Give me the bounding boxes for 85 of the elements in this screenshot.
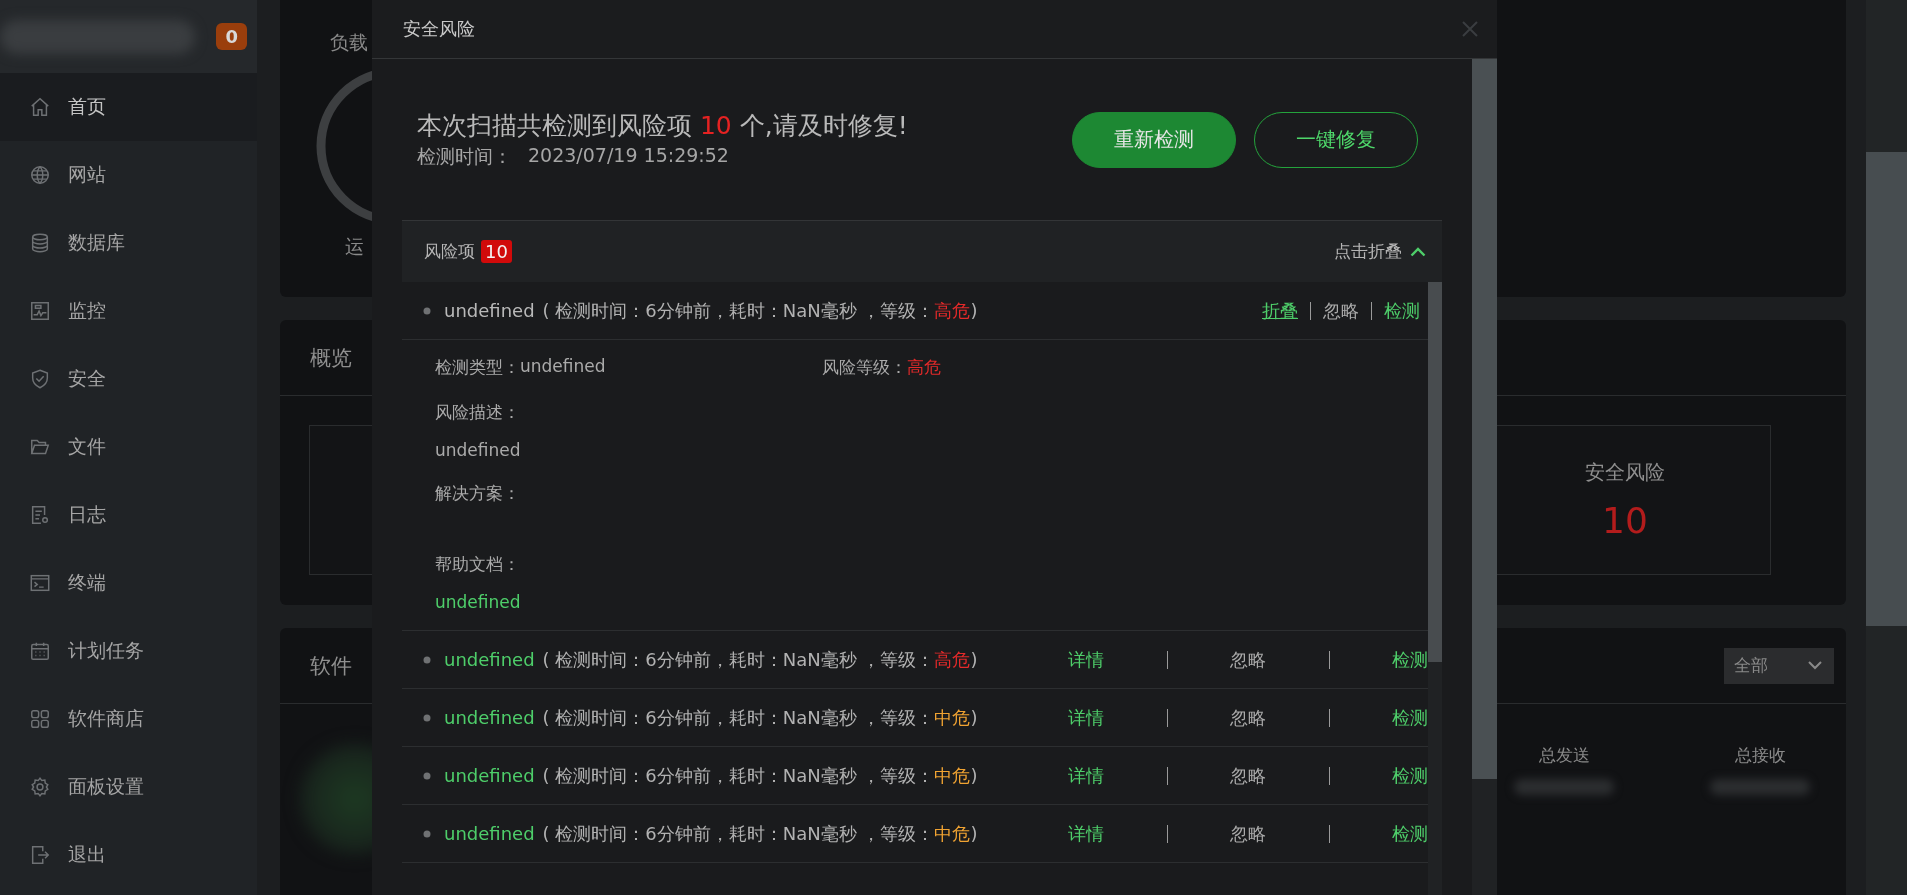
field-label: 解决方案： — [435, 482, 520, 505]
card-title: 负载 — [330, 30, 368, 55]
scan-time: 2023/07/19 15:29:52 — [528, 144, 729, 168]
log-icon — [29, 504, 51, 526]
action-link[interactable]: 详情 — [1068, 705, 1104, 730]
summary-text: 本次扫描共检测到风险项 10 个,请及时修复! — [417, 110, 908, 142]
action-link[interactable]: 检测 — [1392, 821, 1428, 846]
calendar-icon — [29, 640, 51, 662]
risk-name[interactable]: undefined — [444, 707, 535, 728]
monitor-icon — [29, 300, 51, 322]
field-label: 风险等级： — [822, 356, 907, 379]
sidebar-item[interactable]: 首页 — [0, 73, 257, 141]
risk-meta: ( 检测时间：6分钟前，耗时：NaN毫秒 ，等级：中危) — [542, 821, 978, 846]
scan-time-label: 检测时间： — [417, 144, 512, 169]
chevron-up-icon[interactable] — [1410, 246, 1426, 257]
traffic-label: 总接收 — [1734, 744, 1786, 767]
globe-icon — [29, 164, 51, 186]
action-link[interactable]: 检测 — [1392, 705, 1428, 730]
sidebar-item[interactable]: 监控 — [0, 277, 257, 345]
card-title: 软件 — [310, 652, 352, 680]
sidebar-item[interactable]: 计划任务 — [0, 617, 257, 685]
stat-label: 安全风险 — [1585, 459, 1665, 486]
database-icon — [29, 232, 51, 254]
scrollbar[interactable] — [1866, 0, 1907, 895]
filter-select[interactable]: 全部 — [1724, 647, 1834, 684]
chevron-down-icon — [1808, 661, 1822, 670]
sidebar-item[interactable]: 网站 — [0, 141, 257, 209]
home-icon — [29, 96, 51, 118]
count-badge: 10 — [481, 240, 512, 263]
sidebar-item[interactable]: 面板设置 — [0, 753, 257, 821]
risk-name[interactable]: undefined — [444, 765, 535, 786]
sidebar-item[interactable]: 数据库 — [0, 209, 257, 277]
action-link[interactable]: 折叠 — [1262, 298, 1298, 323]
sidebar-item[interactable]: 终端 — [0, 549, 257, 617]
sidebar-item[interactable]: 软件商店 — [0, 685, 257, 753]
field-value: undefined — [435, 440, 521, 460]
shield-icon — [29, 368, 51, 390]
bullet-icon — [423, 306, 431, 315]
bullet-icon — [423, 829, 431, 838]
bullet-icon — [423, 713, 431, 722]
field-value: 高危 — [907, 356, 941, 379]
risk-meta: ( 检测时间：6分钟前，耗时：NaN毫秒 ，等级：中危) — [542, 705, 978, 730]
scrollbar[interactable] — [1428, 282, 1442, 895]
gauge-caption: 运 — [345, 234, 364, 259]
action-link[interactable]: 详情 — [1068, 821, 1104, 846]
field-label: 风险描述： — [435, 401, 520, 424]
bullet-icon — [423, 771, 431, 780]
card-title: 概览 — [310, 344, 352, 372]
help-link[interactable]: undefined — [435, 592, 521, 612]
traffic-label: 总发送 — [1538, 744, 1590, 767]
terminal-icon — [29, 572, 51, 594]
risk-name[interactable]: undefined — [444, 823, 535, 844]
sidebar-item[interactable]: 安全 — [0, 345, 257, 413]
action-link[interactable]: 检测 — [1392, 763, 1428, 788]
gear-icon — [29, 776, 51, 798]
collapse-link[interactable]: 点击折叠 — [1334, 240, 1402, 263]
exit-icon — [29, 844, 51, 866]
dialog-title: 安全风险 — [403, 17, 475, 41]
notification-badge[interactable]: 0 — [216, 23, 247, 50]
field-label: 检测类型： — [435, 356, 520, 379]
scrollbar[interactable] — [1472, 59, 1497, 895]
action-link[interactable]: 忽略 — [1230, 763, 1266, 788]
close-icon[interactable] — [1461, 20, 1479, 38]
action-link[interactable]: 忽略 — [1230, 705, 1266, 730]
action-link[interactable]: 检测 — [1384, 298, 1420, 323]
list-title: 风险项 — [424, 240, 475, 263]
field-value: undefined — [520, 356, 606, 378]
action-link[interactable]: 忽略 — [1230, 647, 1266, 672]
risk-meta: ( 检测时间：6分钟前，耗时：NaN毫秒 ，等级：高危) — [542, 298, 978, 323]
action-link[interactable]: 忽略 — [1323, 298, 1359, 323]
risk-name[interactable]: undefined — [444, 300, 535, 321]
grid-icon — [29, 708, 51, 730]
action-link[interactable]: 详情 — [1068, 647, 1104, 672]
sidebar-item[interactable]: 日志 — [0, 481, 257, 549]
sidebar-item[interactable]: 退出 — [0, 821, 257, 889]
rescan-button[interactable]: 重新检测 — [1072, 111, 1236, 168]
risk-meta: ( 检测时间：6分钟前，耗时：NaN毫秒 ，等级：中危) — [542, 763, 978, 788]
action-link[interactable]: 忽略 — [1230, 821, 1266, 846]
risk-meta: ( 检测时间：6分钟前，耗时：NaN毫秒 ，等级：高危) — [542, 647, 978, 672]
action-link[interactable]: 详情 — [1068, 763, 1104, 788]
bullet-icon — [423, 655, 431, 664]
field-label: 帮助文档： — [435, 553, 520, 576]
action-link[interactable]: 检测 — [1392, 647, 1428, 672]
sidebar-item[interactable]: 文件 — [0, 413, 257, 481]
risk-name[interactable]: undefined — [444, 649, 535, 670]
